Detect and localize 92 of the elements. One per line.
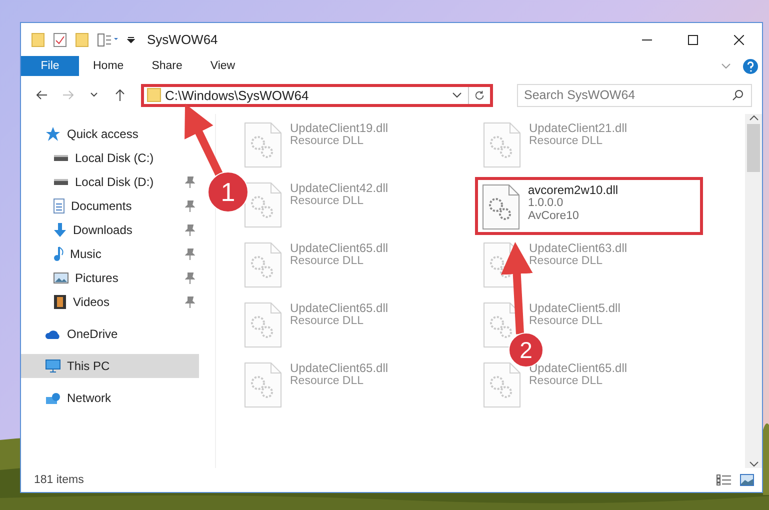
address-bar[interactable]: C:\Windows\SysWOW64 (141, 84, 493, 106)
up-arrow-icon (115, 89, 125, 101)
thumbnail-view-icon[interactable] (740, 474, 754, 486)
file-detail: Resource DLL (290, 195, 365, 208)
properties-icon[interactable] (97, 32, 119, 46)
file-name: avcorem2w10.dll (528, 184, 618, 198)
chevron-down-icon (90, 92, 98, 98)
file-detail: Resource DLL (290, 135, 365, 148)
dropdown-icon[interactable] (127, 36, 135, 44)
ribbon-tab[interactable]: File (21, 56, 79, 76)
picture-icon (53, 272, 69, 284)
pin-icon[interactable] (185, 176, 195, 188)
maximize-icon (688, 34, 698, 44)
gear-file-icon (483, 122, 521, 168)
file-detail: 1.0.0.0 (528, 197, 564, 210)
search-field[interactable]: Search SysWOW64 (517, 84, 752, 106)
step-number: 1 (220, 177, 236, 207)
drive-icon (53, 154, 69, 162)
star-icon (45, 126, 61, 142)
drive-icon (53, 178, 69, 186)
gear-file-icon (483, 362, 521, 408)
sidebar-item[interactable]: Pictures (21, 266, 199, 290)
down-arrow-icon (53, 223, 67, 237)
file-name: UpdateClient19.dll (290, 122, 388, 136)
close-icon (734, 34, 744, 44)
ribbon-tab[interactable]: Home (79, 56, 138, 76)
file-detail: Resource DLL (290, 375, 365, 388)
gear-file-icon (244, 302, 282, 348)
sidebar-item[interactable]: Quick access (21, 122, 199, 146)
scrollbar[interactable] (745, 114, 762, 468)
monitor-icon (45, 359, 61, 373)
gear-file-icon (482, 184, 520, 230)
highlighted-file-item[interactable]: avcorem2w10.dll 1.0.0.0 AvCore10 (475, 177, 703, 235)
checklist-icon[interactable] (53, 32, 67, 46)
step-badge (208, 172, 248, 212)
gear-file-icon (244, 182, 282, 228)
sidebar-item[interactable]: Documents (21, 194, 199, 218)
search-icon[interactable] (732, 88, 744, 100)
sidebar-item[interactable]: Local Disk (D:) (21, 170, 199, 194)
refresh-icon (474, 90, 485, 100)
help-icon[interactable] (743, 58, 758, 74)
item-count: 181 items (34, 474, 84, 486)
cloud-icon (45, 328, 61, 340)
right-arrow-icon (62, 90, 74, 100)
pin-icon[interactable] (185, 224, 195, 236)
file-name: UpdateClient65.dll (290, 362, 388, 376)
file-detail: Resource DLL (529, 135, 604, 148)
ribbon-tab[interactable]: Share (138, 56, 196, 76)
details-view-icon[interactable] (716, 474, 732, 486)
sidebar-item[interactable]: Videos (21, 290, 199, 314)
file-name: UpdateClient42.dll (290, 182, 388, 196)
pin-icon[interactable] (185, 272, 195, 284)
sidebar-item[interactable]: Music (21, 242, 199, 266)
file-name: UpdateClient21.dll (529, 122, 628, 136)
file-name: UpdateClient63.dll (529, 242, 628, 256)
sidebar-item[interactable]: Network (21, 386, 199, 410)
gear-file-icon (244, 122, 282, 168)
scroll-up-icon[interactable] (748, 114, 758, 122)
sidebar-item[interactable]: This PC (21, 354, 199, 378)
pin-icon[interactable] (185, 296, 195, 308)
film-icon (53, 294, 67, 310)
network-icon (45, 392, 61, 404)
file-name: UpdateClient5.dll (529, 302, 620, 316)
file-name: UpdateClient65.dll (290, 302, 388, 316)
music-note-icon (53, 246, 64, 262)
file-name: UpdateClient65.dll (529, 362, 628, 376)
sidebar-item[interactable]: Local Disk (C:) (21, 146, 199, 170)
gear-file-icon (244, 362, 282, 408)
sidebar-item[interactable]: OneDrive (21, 322, 199, 346)
pin-icon[interactable] (185, 248, 195, 260)
folder-icon[interactable] (75, 32, 89, 46)
step-number: 2 (520, 337, 532, 363)
file-detail: Resource DLL (290, 315, 365, 328)
ribbon-tab[interactable]: View (196, 56, 250, 76)
sidebar-item[interactable]: Downloads (21, 218, 199, 242)
left-arrow-icon (36, 90, 48, 100)
file-detail: Resource DLL (529, 255, 604, 268)
file-detail: Resource DLL (290, 255, 365, 268)
pin-icon[interactable] (185, 200, 195, 212)
file-name: UpdateClient65.dll (290, 242, 388, 256)
file-detail: Resource DLL (529, 315, 604, 328)
folder-icon (147, 88, 161, 102)
file-detail: Resource DLL (529, 375, 604, 388)
minimize-icon (642, 38, 652, 40)
gear-file-icon (244, 242, 282, 288)
file-detail: AvCore10 (528, 210, 580, 222)
scroll-thumb[interactable] (747, 124, 760, 172)
window-title: SysWOW64 (147, 32, 218, 47)
folder-icon[interactable] (31, 32, 45, 46)
chevron-down-icon[interactable] (452, 92, 462, 98)
scroll-down-icon[interactable] (748, 460, 758, 468)
document-icon (53, 198, 65, 214)
